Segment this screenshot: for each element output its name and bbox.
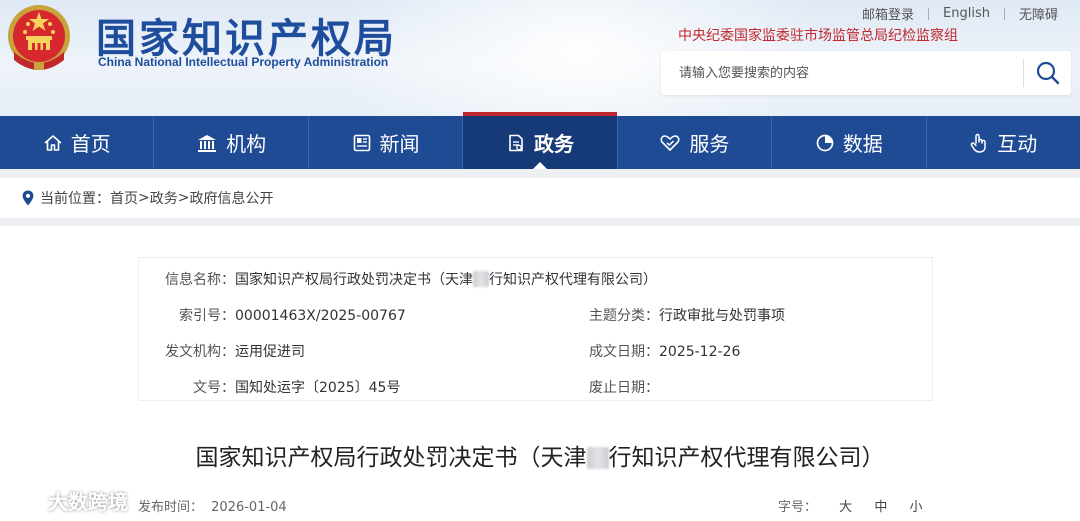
font-size-controls: 字号： 大 中 小: [778, 496, 922, 515]
english-link[interactable]: English: [929, 6, 1004, 21]
info-category-value: 行政审批与处罚事项: [659, 308, 785, 324]
breadcrumb-item-home[interactable]: 首页: [110, 188, 138, 208]
publish-time: 发布时间： 2026-01-04: [138, 496, 287, 515]
document-title-b: 行知识产权代理有限公司）: [608, 445, 885, 471]
nav-item-news[interactable]: 新闻: [307, 116, 462, 169]
info-row-category: 主题分类：行政审批与处罚事项: [559, 305, 785, 325]
accessibility-link[interactable]: 无障碍: [1005, 4, 1072, 23]
redacted-mark: [586, 447, 609, 469]
breadcrumb-separator: >: [177, 190, 190, 206]
info-name-label: 信息名称：: [165, 272, 235, 288]
info-row-index: 索引号：00001463X/2025-00767: [139, 305, 406, 325]
breadcrumb-item-gov-info-disclosure[interactable]: 政府信息公开: [189, 188, 273, 208]
info-doc-no-label: 文号：: [193, 380, 235, 396]
watermark: 大数跨境: [8, 486, 128, 515]
nav-label: 首页: [70, 132, 111, 156]
font-size-large-button[interactable]: 大: [839, 500, 852, 515]
info-row-name: 信息名称：国家知识产权局行政处罚决定书（天津 行知识产权代理有限公司）: [139, 269, 657, 289]
top-links: 邮箱登录 English 无障碍: [848, 4, 1072, 23]
info-expiry-label: 废止日期：: [589, 380, 659, 396]
redacted-mark: [473, 271, 489, 287]
info-name-value-b: 行知识产权代理有限公司）: [489, 272, 657, 288]
nav-item-data[interactable]: 数据: [771, 116, 925, 169]
nav-label: 互动: [997, 132, 1038, 156]
font-size-medium-button[interactable]: 中: [874, 500, 887, 515]
info-category-label: 主题分类：: [589, 308, 659, 324]
nav-item-service[interactable]: 服务: [616, 116, 771, 169]
news-icon: [353, 134, 370, 151]
publish-time-value: 2026-01-04: [211, 500, 287, 515]
site-header: 国家知识产权局 China National Intellectual Prop…: [0, 0, 1080, 116]
publish-time-label: 发布时间：: [138, 500, 204, 515]
info-issuer-label: 发文机构：: [165, 344, 235, 360]
breadcrumb: 当前位置： 首页 > 政务 > 政府信息公开: [0, 178, 1080, 218]
info-index-value: 00001463X/2025-00767: [235, 308, 406, 324]
breadcrumb-prefix: 当前位置：: [40, 191, 110, 207]
institution-icon: [198, 134, 217, 152]
nav-item-institution[interactable]: 机构: [153, 116, 307, 169]
info-row-expiry: 废止日期：: [559, 377, 659, 397]
info-index-label: 索引号：: [179, 308, 235, 324]
mail-login-link[interactable]: 邮箱登录: [848, 4, 928, 23]
document-title-a: 国家知识产权局行政处罚决定书（天津: [195, 445, 587, 471]
document-info-table: 信息名称：国家知识产权局行政处罚决定书（天津 行知识产权代理有限公司） 索引号：0…: [138, 257, 933, 401]
location-pin-icon: [22, 190, 34, 206]
nav-label: 服务: [689, 132, 730, 156]
watermark-text: 大数跨境: [48, 490, 128, 514]
nav-item-home[interactable]: 首页: [0, 116, 153, 169]
info-row-doc-no: 文号：国知处运字〔2025〕45号: [139, 377, 400, 397]
government-affairs-icon: [509, 134, 523, 151]
document-title: 国家知识产权局行政处罚决定书（天津 行知识产权代理有限公司）: [0, 438, 1080, 472]
data-pie-icon: [816, 134, 834, 151]
info-date-label: 成文日期：: [589, 344, 659, 360]
search-button[interactable]: [1031, 57, 1065, 89]
site-title-english: China National Intellectual Property Adm…: [98, 55, 389, 69]
national-emblem-icon[interactable]: [6, 2, 72, 72]
nav-label: 机构: [226, 132, 267, 156]
main-nav: 首页 机构 新闻 政务 服务 数据 互动: [0, 112, 1080, 169]
search-input[interactable]: [661, 51, 1021, 95]
nav-item-interaction[interactable]: 互动: [925, 116, 1080, 169]
info-row-date: 成文日期：2025-12-26: [559, 341, 740, 361]
search-box: [661, 51, 1071, 95]
nav-label: 政务: [533, 132, 574, 156]
nav-item-government-affairs[interactable]: 政务: [462, 112, 618, 169]
info-row-issuer: 发文机构：运用促进司: [139, 341, 305, 361]
search-icon: [1036, 61, 1060, 85]
info-name-value-a: 国家知识产权局行政处罚决定书（天津: [235, 272, 473, 288]
info-doc-no-value: 国知处运字〔2025〕45号: [235, 380, 401, 396]
breadcrumb-separator: >: [138, 190, 150, 206]
discipline-inspection-link[interactable]: 中央纪委国家监委驻市场监管总局纪检监察组: [678, 25, 958, 45]
nav-label: 数据: [842, 132, 883, 156]
info-issuer-value: 运用促进司: [235, 344, 305, 360]
home-icon: [44, 134, 62, 151]
main-content: 信息名称：国家知识产权局行政处罚决定书（天津 行知识产权代理有限公司） 索引号：0…: [0, 226, 1080, 521]
breadcrumb-item-government-affairs[interactable]: 政务: [150, 188, 178, 208]
watermark-logo-icon: [9, 492, 44, 508]
font-size-label: 字号：: [778, 500, 818, 515]
service-icon: [660, 134, 680, 151]
font-size-small-button[interactable]: 小: [909, 500, 922, 515]
info-date-value: 2025-12-26: [659, 344, 741, 360]
interaction-hand-icon: [970, 133, 986, 153]
nav-label: 新闻: [379, 132, 420, 156]
